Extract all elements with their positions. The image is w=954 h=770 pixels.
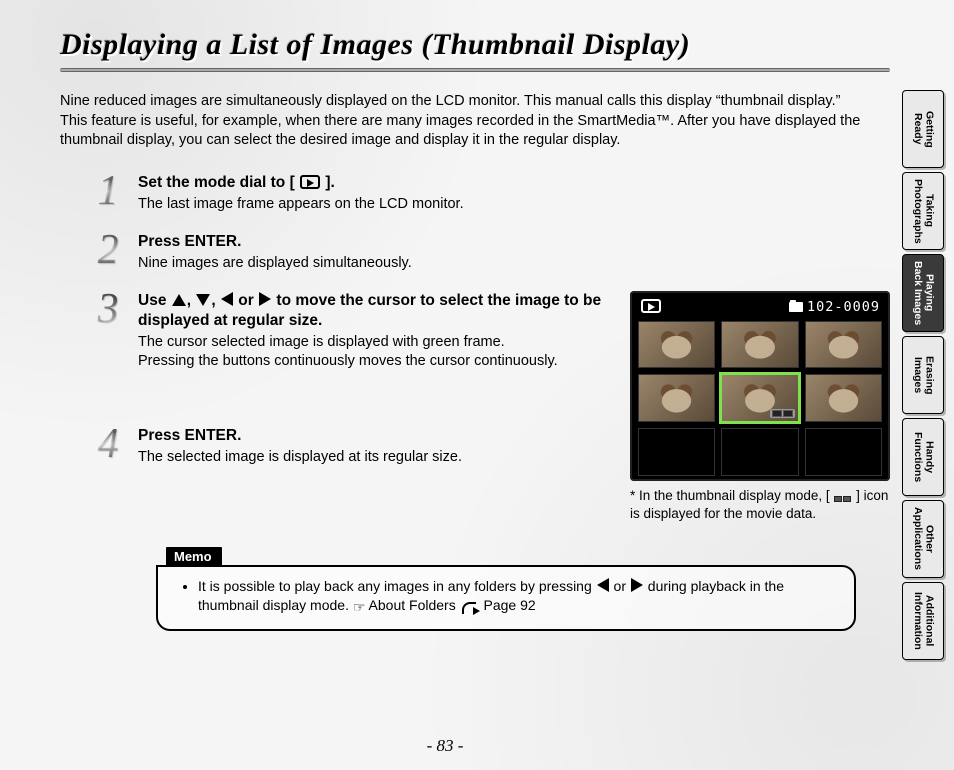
memo-seg: About Folders (365, 597, 459, 613)
section-tab[interactable]: Taking Photographs (902, 172, 944, 250)
thumbnail (805, 321, 882, 369)
lcd-counter: 102-0009 (789, 299, 880, 315)
arrow-down-icon (196, 294, 210, 306)
step-number: 4 (90, 426, 126, 467)
arrow-right-icon (259, 292, 271, 306)
step-number: 2 (90, 232, 126, 273)
thumbnail (638, 321, 715, 369)
section-tab-label: Erasing Images (911, 356, 934, 395)
section-tab-label: Playing Back Images (911, 261, 934, 325)
step-number: 3 (90, 291, 126, 371)
section-tabs: Getting Ready Taking Photographs Playing B… (902, 90, 944, 660)
section-tab[interactable]: Getting Ready (902, 90, 944, 168)
thumbnail (805, 374, 882, 422)
title-rule (60, 68, 890, 72)
step-3-title-seg: Use (138, 292, 171, 309)
memo-label: Memo (166, 547, 222, 566)
arrow-right-icon (631, 578, 643, 592)
step-2-desc: Nine images are displayed simultaneously… (138, 254, 890, 273)
thumbnail-empty (721, 428, 798, 476)
step-1-title-pre: Set the mode dial to [ (138, 174, 295, 191)
step-3-title-seg: or (234, 292, 258, 309)
thumbnail-selected (721, 374, 798, 422)
playback-mode-icon (641, 299, 661, 313)
section-tab[interactable]: Playing Back Images (902, 254, 944, 332)
section-tab[interactable]: Erasing Images (902, 336, 944, 414)
step-1-title: Set the mode dial to [ ]. (138, 173, 890, 193)
step-3-desc: The cursor selected image is displayed w… (138, 333, 612, 371)
movie-icon (834, 496, 851, 502)
thumbnail (638, 374, 715, 422)
folder-icon (789, 302, 803, 312)
step-1-desc: The last image frame appears on the LCD … (138, 195, 890, 214)
arrow-left-icon (221, 292, 233, 306)
thumbnail (721, 321, 798, 369)
step-1-title-post: ]. (325, 174, 334, 191)
step-number: 1 (90, 173, 126, 214)
step-2: 2 Press ENTER. Nine images are displayed… (90, 232, 890, 273)
memo-seg: or (610, 578, 630, 594)
playback-mode-icon (300, 175, 320, 189)
memo-item: It is possible to play back any images i… (198, 577, 836, 617)
step-4-title: Press ENTER. (138, 426, 612, 446)
section-tab-label: Getting Ready (911, 111, 934, 148)
section-tab-label: Taking Photographs (911, 179, 934, 244)
section-tab-label: Additional Information (911, 592, 934, 650)
step-1: 1 Set the mode dial to [ ]. The last ima… (90, 173, 890, 214)
memo-box: Memo It is possible to play back any ima… (156, 547, 856, 631)
memo-seg: It is possible to play back any images i… (198, 578, 596, 594)
lcd-illustration: 102-0009 (630, 291, 890, 481)
page-title: Displaying a List of Images (Thumbnail D… (60, 28, 890, 68)
page-ref-icon (462, 600, 478, 612)
section-tab-label: Other Applications (911, 507, 934, 570)
lcd-counter-text: 102-0009 (807, 299, 880, 315)
thumbnail-empty (638, 428, 715, 476)
step-3: 3 Use , , or to move the cursor to selec… (90, 291, 612, 371)
lcd-note: * In the thumbnail display mode, [ ] ico… (630, 487, 890, 523)
step-3-title: Use , , or to move the cursor to select … (138, 291, 612, 331)
page-number: - 83 - (0, 736, 890, 756)
pointer-icon: ☞ (353, 598, 366, 617)
section-tab[interactable]: Handy Functions (902, 418, 944, 496)
step-3-title-seg: , (211, 292, 220, 309)
section-tab[interactable]: Additional Information (902, 582, 944, 660)
movie-badge-icon (770, 409, 795, 418)
arrow-up-icon (172, 294, 186, 306)
arrow-left-icon (597, 578, 609, 592)
section-tab[interactable]: Other Applications (902, 500, 944, 578)
memo-seg: Page 92 (480, 597, 536, 613)
step-4: 4 Press ENTER. The selected image is dis… (90, 426, 612, 467)
step-3-title-seg: , (187, 292, 196, 309)
lcd-note-seg: * In the thumbnail display mode, [ (630, 488, 833, 503)
thumbnail-grid (638, 321, 882, 476)
step-2-title: Press ENTER. (138, 232, 890, 252)
step-4-desc: The selected image is displayed at its r… (138, 448, 612, 467)
thumbnail-empty (805, 428, 882, 476)
section-tab-label: Handy Functions (911, 432, 934, 482)
intro-text: Nine reduced images are simultaneously d… (60, 92, 890, 151)
